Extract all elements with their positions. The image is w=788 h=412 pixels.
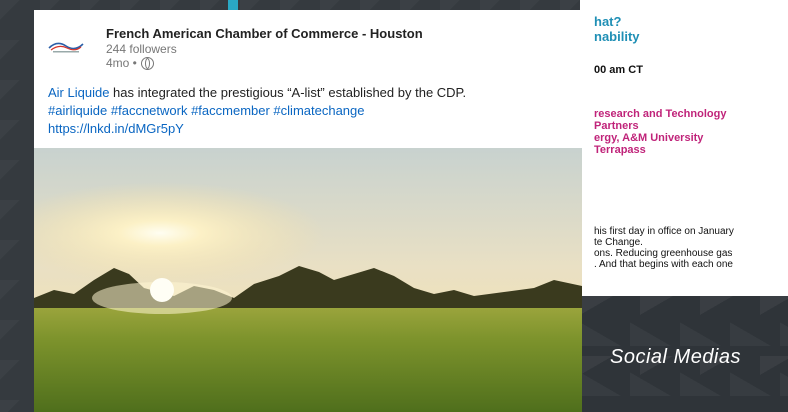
flyer-body-line: te Change. bbox=[594, 237, 643, 248]
facc-logo-icon bbox=[48, 42, 84, 53]
post-meta: 4mo • bbox=[106, 56, 154, 70]
post-image[interactable] bbox=[34, 148, 582, 412]
mention-link[interactable]: Air Liquide bbox=[48, 85, 109, 100]
flyer-question-line: nability bbox=[594, 29, 640, 44]
speaker-line: ergy, A&M University bbox=[594, 132, 704, 144]
flyer-body: his first day in office on January te Ch… bbox=[594, 226, 734, 270]
post-header: French American Chamber of Commerce - Ho… bbox=[34, 10, 582, 78]
follower-count: 244 followers bbox=[106, 42, 177, 56]
speaker-line: Terrapass bbox=[594, 144, 646, 156]
flyer-speakers: research and Technology Partners ergy, A… bbox=[594, 108, 726, 156]
globe-icon bbox=[140, 56, 154, 70]
flyer-time: 00 am CT bbox=[594, 64, 643, 76]
webinar-flyer: hat? nability 00 am CT research and Tech… bbox=[580, 0, 788, 296]
org-name[interactable]: French American Chamber of Commerce - Ho… bbox=[106, 26, 423, 41]
post-age: 4mo • bbox=[106, 56, 137, 70]
facc-logo[interactable] bbox=[46, 26, 86, 66]
post-url[interactable]: https://lnkd.in/dMGr5pY bbox=[48, 120, 568, 138]
social-medias-label: Social Medias bbox=[610, 346, 742, 368]
post-text: Air Liquide has integrated the prestigio… bbox=[48, 84, 568, 138]
flyer-question-line: hat? bbox=[594, 14, 622, 29]
hashtags[interactable]: #airliquide #faccnetwork #faccmember #cl… bbox=[48, 102, 568, 120]
post-text-body: has integrated the prestigious “A-list” … bbox=[109, 85, 467, 100]
flyer-question: hat? nability bbox=[594, 14, 640, 44]
flyer-body-line: . And that begins with each one bbox=[594, 259, 733, 270]
post-text-line: Air Liquide has integrated the prestigio… bbox=[48, 84, 568, 102]
flyer-body-line: his first day in office on January bbox=[594, 226, 734, 237]
flyer-body-line: ons. Reducing greenhouse gas bbox=[594, 248, 733, 259]
speaker-line: Partners bbox=[594, 120, 639, 132]
speaker-line: research and Technology bbox=[594, 108, 727, 120]
linkedin-post: French American Chamber of Commerce - Ho… bbox=[34, 10, 582, 412]
accent-bar bbox=[228, 0, 238, 10]
field-sunset-image bbox=[34, 148, 582, 412]
